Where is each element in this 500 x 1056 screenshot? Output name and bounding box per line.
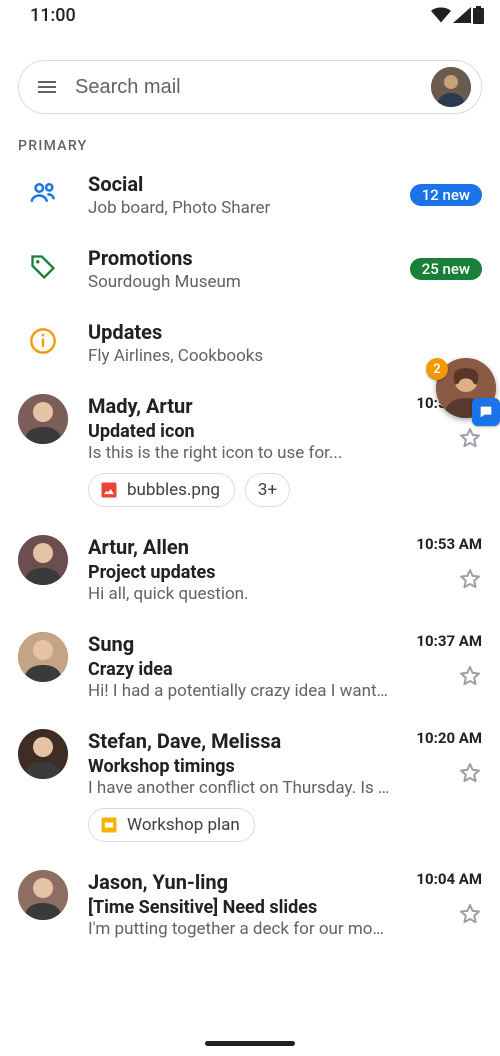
email-sender: Mady, Artur [88,394,390,419]
category-subtitle: Fly Airlines, Cookbooks [88,346,482,366]
star-icon[interactable] [458,426,482,450]
chat-icon [472,398,500,426]
sender-avatar[interactable] [18,632,68,682]
email-preview: Hi! I had a potentially crazy idea I wan… [88,681,390,701]
category-social[interactable]: Social Job board, Photo Sharer 12 new [0,158,500,232]
category-title: Updates [88,320,482,345]
star-icon[interactable] [458,567,482,591]
account-avatar[interactable] [431,67,471,107]
tag-icon [29,253,57,285]
battery-icon [473,6,484,24]
email-time: 10:37 AM [416,632,482,650]
status-icons [431,6,484,24]
email-preview: I'm putting together a deck for our mont… [88,919,390,939]
star-icon[interactable] [458,902,482,926]
email-sender: Artur, Allen [88,535,390,560]
email-time: 10:53 AM [416,535,482,553]
sender-avatar[interactable] [18,729,68,779]
email-subject: Crazy idea [88,659,390,680]
category-title: Promotions [88,246,390,271]
sender-avatar[interactable] [18,870,68,920]
section-label: PRIMARY [0,128,500,158]
search-input[interactable] [75,76,415,99]
email-preview: Is this is the right icon to use for... [88,443,390,463]
people-icon [28,178,58,212]
category-promotions[interactable]: Promotions Sourdough Museum 25 new [0,232,500,306]
chat-head-badge: 2 [426,358,448,380]
category-title: Social [88,172,390,197]
email-row[interactable]: Artur, AllenProject updatesHi all, quick… [0,521,500,618]
info-icon [29,327,57,359]
email-time: 10:20 AM [416,729,482,747]
email-sender: Stefan, Dave, Melissa [88,729,390,754]
menu-icon[interactable] [35,75,59,99]
star-icon[interactable] [458,761,482,785]
attachment-row: bubbles.png 3+ [88,473,390,507]
nav-indicator [205,1041,295,1046]
email-preview: I have another conflict on Thursday. Is … [88,778,390,798]
badge-new: 12 new [410,184,482,206]
more-attachments-chip[interactable]: 3+ [245,473,290,507]
status-bar: 11:00 [0,0,500,30]
category-subtitle: Sourdough Museum [88,272,390,292]
attachment-row: Workshop plan [88,808,390,842]
attachment-chip[interactable]: Workshop plan [88,808,255,842]
sender-avatar[interactable] [18,535,68,585]
email-subject: [Time Sensitive] Need slides [88,897,390,918]
search-bar[interactable] [18,60,482,114]
email-row[interactable]: Jason, Yun-ling[Time Sensitive] Need sli… [0,856,500,953]
email-sender: Jason, Yun-ling [88,870,390,895]
chat-head[interactable]: 2 [432,356,500,424]
email-list: Mady, ArturUpdated iconIs this is the ri… [0,380,500,953]
email-row[interactable]: SungCrazy ideaHi! I had a potentially cr… [0,618,500,715]
status-time: 11:00 [30,5,76,26]
attachment-label: bubbles.png [127,480,220,500]
email-time: 10:04 AM [416,870,482,888]
email-subject: Updated icon [88,421,390,442]
attachment-chip[interactable]: bubbles.png [88,473,235,507]
category-subtitle: Job board, Photo Sharer [88,198,390,218]
email-preview: Hi all, quick question. [88,584,390,604]
email-row[interactable]: Mady, ArturUpdated iconIs this is the ri… [0,380,500,521]
star-icon[interactable] [458,664,482,688]
sender-avatar[interactable] [18,394,68,444]
attachment-label: Workshop plan [127,815,240,835]
email-subject: Project updates [88,562,390,583]
category-updates[interactable]: Updates Fly Airlines, Cookbooks [0,306,500,380]
badge-new: 25 new [410,258,482,280]
email-subject: Workshop timings [88,756,390,777]
cellular-icon [453,7,471,23]
email-sender: Sung [88,632,390,657]
email-row[interactable]: Stefan, Dave, MelissaWorkshop timingsI h… [0,715,500,856]
wifi-icon [431,7,451,23]
